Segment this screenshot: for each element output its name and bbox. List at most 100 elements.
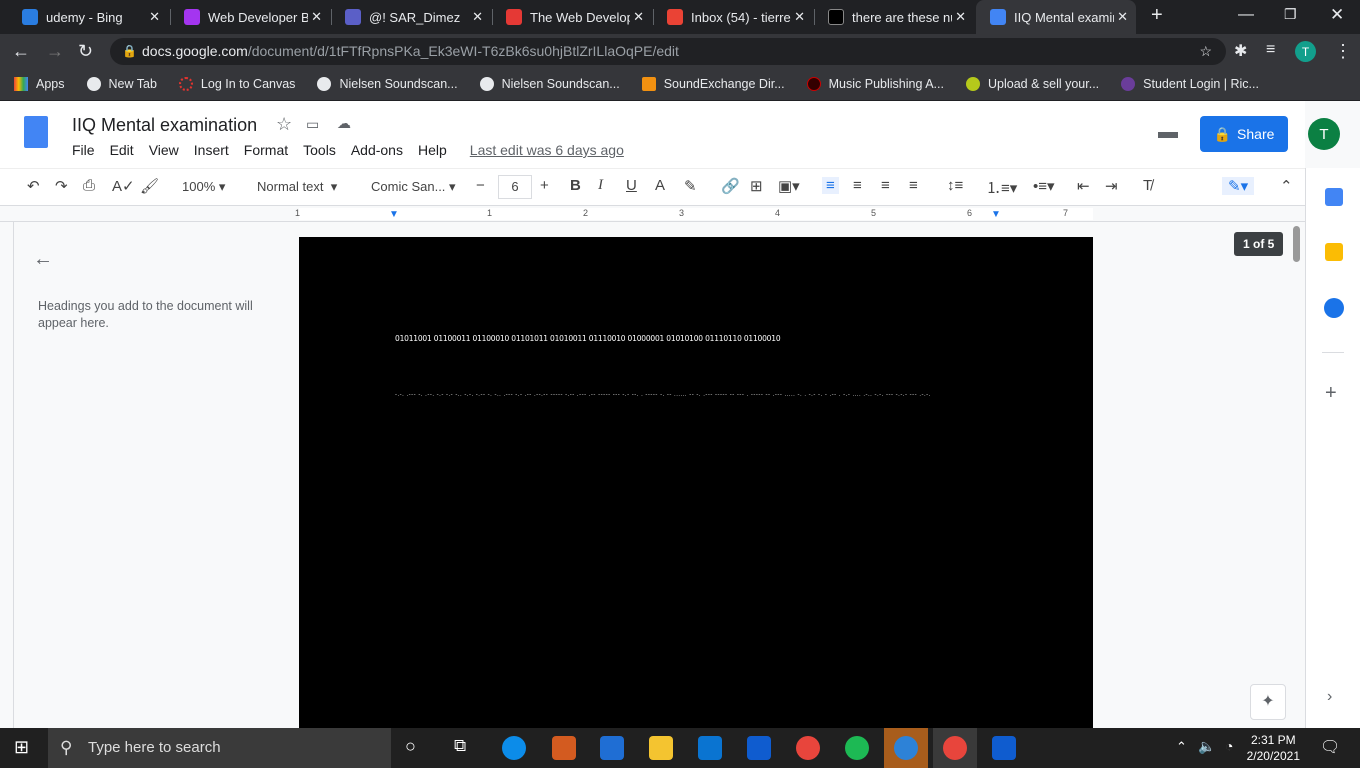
explore-button[interactable]: ✦ [1250,684,1286,720]
close-icon[interactable]: ✕ [311,9,322,25]
restore-button[interactable]: ❐ [1284,6,1297,23]
tab-gmail-inbox[interactable]: Inbox (54) - tierre ✕ [653,0,813,34]
last-edit-link[interactable]: Last edit was 6 days ago [470,142,624,158]
task-view-icon[interactable]: ⧉ [454,736,466,756]
menu-view[interactable]: View [149,142,179,158]
bookmark-soundexchange[interactable]: SoundExchange Dir... [641,77,785,91]
tab-udemy-bing[interactable]: udemy - Bing ✕ [8,0,168,34]
docs-logo-icon[interactable] [24,116,48,148]
close-icon[interactable]: ✕ [633,9,644,25]
morse-text[interactable]: -.-. .--- -. .--. -.- -.- -.. -.-. -.-- … [395,389,995,401]
close-icon[interactable]: ✕ [955,9,966,25]
close-icon[interactable]: ✕ [472,9,483,25]
text-color-icon[interactable]: A [655,177,665,194]
document-title[interactable]: IIQ Mental examination [72,115,257,136]
right-indent-marker[interactable]: ▼ [991,209,1001,220]
extensions-icon[interactable]: ✱ [1234,41,1247,61]
edge-icon[interactable] [502,736,526,760]
malwarebytes-icon[interactable] [992,736,1016,760]
close-icon[interactable]: ✕ [794,9,805,25]
document-page[interactable]: 01011001 01100011 01100010 01101011 0101… [299,237,1093,728]
expand-panel-icon[interactable]: › [1327,688,1332,706]
bookmark-nielsen-2[interactable]: Nielsen Soundscan... [479,77,620,91]
media-control-icon[interactable]: ≡ [1266,41,1275,59]
insert-image-icon[interactable]: ▣▾ [778,177,800,195]
highlight-icon[interactable]: ✎ [684,177,697,195]
left-indent-marker[interactable]: ▼ [389,209,399,220]
redo-icon[interactable]: ↷ [55,177,68,195]
menu-format[interactable]: Format [244,142,288,158]
style-select[interactable]: Normal text ▾ [257,179,337,195]
spellcheck-icon[interactable]: A✓ [112,177,135,195]
taskbar-clock[interactable]: 2:31 PM 2/20/2021 [1247,732,1300,764]
italic-icon[interactable]: I [598,177,603,194]
font-size-input[interactable]: 6 [498,175,532,199]
bold-icon[interactable]: B [570,177,581,194]
align-center-icon[interactable]: ≡ [853,177,862,194]
binary-text[interactable]: 01011001 01100011 01100010 01101011 0101… [395,334,781,343]
align-right-icon[interactable]: ≡ [881,177,890,194]
active-app-highlight[interactable] [884,728,928,768]
store-icon[interactable] [600,736,624,760]
forward-button[interactable]: → [46,41,64,62]
tab-web-developer-bootcamp[interactable]: Web Developer Bo ✕ [170,0,330,34]
decrease-font-size-button[interactable]: − [476,177,485,194]
star-icon[interactable]: ☆ [276,114,292,135]
close-icon[interactable]: ✕ [149,9,160,25]
collapse-toolbar-icon[interactable]: ⌃ [1280,177,1293,195]
reload-button[interactable]: ↻ [78,41,93,62]
back-arrow-icon[interactable]: ← [33,248,53,271]
tab-there-are-these[interactable]: there are these nu ✕ [814,0,974,34]
tab-iiq-mental-examination[interactable]: IIQ Mental examin ✕ [976,0,1136,34]
add-addon-icon[interactable]: + [1325,382,1337,405]
editing-mode-icon[interactable]: ✎▾ [1222,177,1255,195]
bookmark-upload-sell[interactable]: Upload & sell your... [965,77,1099,91]
add-comment-icon[interactable]: ⊞ [750,177,763,195]
zoom-select[interactable]: 100% ▾ [182,179,225,195]
tab-web-developer[interactable]: The Web Develope ✕ [492,0,652,34]
align-left-icon[interactable]: ≡ [822,177,839,194]
paint-format-icon[interactable]: 🖌 [140,177,159,195]
keep-icon[interactable] [1325,243,1343,261]
numbered-list-icon[interactable]: ⒈≡▾ [986,177,1017,198]
user-avatar[interactable]: T [1308,118,1340,150]
close-window-button[interactable]: ✕ [1330,5,1344,25]
chrome-icon[interactable] [796,736,820,760]
spotify-icon[interactable] [845,736,869,760]
bookmark-apps[interactable]: Apps [14,77,65,91]
chrome-menu-icon[interactable]: ⋮ [1334,41,1352,62]
bookmark-student-login[interactable]: Student Login | Ric... [1121,77,1259,91]
increase-indent-icon[interactable]: ⇥ [1105,177,1118,195]
underline-icon[interactable]: U [626,177,637,194]
line-spacing-icon[interactable]: ↕≡ [947,177,963,194]
bookmark-nielsen-1[interactable]: Nielsen Soundscan... [317,77,458,91]
close-icon[interactable]: ✕ [1117,9,1128,25]
calendar-icon[interactable] [1325,188,1343,206]
menu-help[interactable]: Help [418,142,447,158]
new-tab-button[interactable]: + [1151,4,1163,27]
font-select[interactable]: Comic San... ▾ [371,179,456,195]
mail-icon[interactable] [698,736,722,760]
menu-file[interactable]: File [72,142,95,158]
notifications-icon[interactable]: 🗨 [1320,737,1340,757]
clear-formatting-icon[interactable]: T̸ [1143,177,1152,194]
bookmark-new-tab[interactable]: New Tab [86,77,157,91]
bookmark-music-publishing[interactable]: Music Publishing A... [806,77,944,91]
bulleted-list-icon[interactable]: •≡▾ [1033,177,1055,195]
decrease-indent-icon[interactable]: ⇤ [1077,177,1090,195]
file-explorer-icon[interactable] [649,736,673,760]
app-icon[interactable] [552,736,576,760]
minimize-button[interactable]: — [1238,6,1254,24]
bookmark-canvas[interactable]: Log In to Canvas [178,77,295,91]
profile-avatar[interactable]: T [1295,41,1316,62]
tray-chevron-icon[interactable]: ⌃ [1176,739,1187,755]
cortana-icon[interactable]: ○ [405,736,416,757]
menu-addons[interactable]: Add-ons [351,142,403,158]
scrollbar-thumb[interactable] [1293,226,1300,262]
justify-icon[interactable]: ≡ [909,177,918,194]
undo-icon[interactable]: ↶ [27,177,40,195]
windows-start-icon[interactable]: ⊞ [14,737,29,758]
tab-sar-dimez[interactable]: @! SAR_Dimez ✕ [331,0,491,34]
bookmark-star-icon[interactable]: ☆ [1199,38,1212,65]
comment-history-icon[interactable]: ▬ [1158,121,1178,144]
